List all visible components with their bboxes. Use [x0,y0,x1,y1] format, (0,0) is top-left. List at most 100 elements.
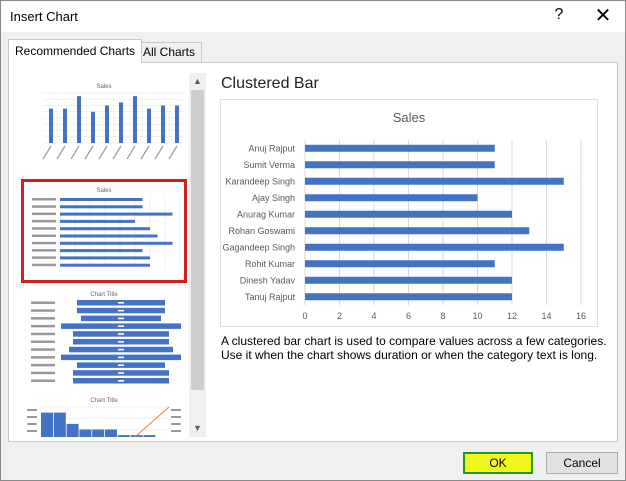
thumb-bar [60,219,135,223]
thumbnail-title: Chart Title [90,292,118,298]
chart-description: A clustered bar chart is used to compare… [221,334,607,362]
chart-preview: Sales Anuj Rajput Sumit Verma Karandeep Si… [220,99,598,327]
thumb-category-label [31,317,55,320]
thumb-category-label [32,256,56,259]
thumb-primary-axis-label [27,409,37,411]
thumb-category-label [32,227,56,230]
category-label: Ajay Singh [252,193,295,203]
thumb-bar [41,412,53,437]
thumbnail-pareto-svg: Chart Title [27,398,181,437]
thumb-data-label [118,341,124,343]
thumb-tick-label [126,145,136,160]
thumb-bar [92,429,105,437]
thumbnail-clustered-column[interactable]: Sales [23,77,185,181]
thumb-bar [60,227,150,231]
thumb-data-label [118,364,124,366]
thumb-bar [49,108,53,143]
thumb-data-label [118,348,124,351]
bar [305,293,512,301]
thumb-bar [105,105,109,143]
thumb-bar [147,108,151,143]
thumb-bar [91,111,95,143]
thumbnail-bar-bars [32,196,181,269]
recommended-charts-list: Sales Sales Chart Title Chart Title [21,73,187,437]
thumb-bar [60,249,143,253]
thumb-bar [79,429,92,437]
thumb-bar [60,234,158,238]
thumb-bar [53,412,66,437]
thumb-tick-label [70,145,80,160]
thumb-tick-label [42,145,52,160]
thumb-category-label [31,348,55,351]
thumb-tick-label [84,145,94,160]
thumb-bar [117,435,130,437]
bar [305,260,495,268]
tab-recommended-charts[interactable]: Recommended Charts [8,39,143,63]
tab-all-charts[interactable]: All Charts [136,42,203,63]
dialog-title: Insert Chart [10,9,78,24]
thumb-bar [60,241,173,245]
x-tick-label: 12 [507,311,517,321]
thumb-data-label [118,302,124,304]
thumb-bar [77,96,81,143]
thumb-data-label [118,325,124,327]
chart-title: Sales [393,110,426,125]
thumb-data-label [118,380,124,382]
thumbnail-column-bars [42,92,183,160]
bar [305,144,495,152]
chart-bars [305,144,564,301]
scroll-up-icon[interactable]: ▲ [189,73,206,90]
x-tick-label: 4 [371,311,376,321]
thumb-bar [143,435,156,437]
bar [305,194,478,202]
thumbnail-bar-with-labels[interactable]: Chart Title [23,287,185,391]
thumb-tick-label [56,145,66,160]
x-tick-label: 2 [337,311,342,321]
thumb-tick-label [140,145,150,160]
thumb-data-label [118,356,124,359]
thumb-category-label [32,212,56,216]
thumb-category-label [31,309,55,312]
thumb-bar [60,212,173,216]
bar [305,210,512,218]
thumb-category-label [31,340,55,343]
thumbnail-labeled-bar-svg: Chart Title [31,292,181,384]
thumb-data-label [118,372,124,374]
x-tick-label: 6 [406,311,411,321]
thumb-primary-axis-label [27,430,37,432]
category-label: Anuj Rajput [248,143,295,153]
thumbnail-clustered-bar[interactable]: Sales [21,179,187,283]
x-tick-label: 0 [302,311,307,321]
x-tick-label: 8 [440,311,445,321]
help-button[interactable]: ? [549,6,569,24]
thumb-secondary-axis-label [171,430,181,432]
chart-category-labels: Anuj Rajput Sumit Verma Karandeep Singh Aja… [222,143,295,302]
thumb-data-label [118,309,124,312]
scroll-down-icon[interactable]: ▼ [189,420,206,437]
thumb-category-label [32,263,56,267]
scrollbar-thumb[interactable] [191,90,204,390]
thumb-tick-label [98,145,108,160]
close-icon[interactable]: ✕ [591,4,615,28]
insert-chart-dialog: Insert Chart ? ✕ Recommended Charts All … [0,0,626,481]
thumb-bar [66,423,79,437]
bar [305,243,564,251]
category-label: Tanuj Rajput [245,292,296,302]
thumb-bar [119,102,123,143]
thumbnail-title: Sales [96,84,111,90]
thumbnail-pareto[interactable]: Chart Title [23,393,185,437]
title-bar: Insert Chart ? ✕ [1,1,625,32]
bar [305,276,512,284]
thumbnail-title: Chart Title [90,398,118,404]
thumb-tick-label [154,145,164,160]
category-label: Anurag Kumar [237,209,295,219]
thumb-primary-axis-label [27,416,37,418]
thumb-category-label [32,219,56,223]
ok-button[interactable]: OK [463,452,533,474]
thumb-data-label [118,317,124,320]
thumb-category-label [31,356,55,359]
cancel-button[interactable]: Cancel [546,452,618,474]
thumbnail-scrollbar[interactable]: ▲ ▼ [189,73,206,437]
x-tick-label: 10 [472,311,482,321]
thumb-category-label [31,363,55,367]
